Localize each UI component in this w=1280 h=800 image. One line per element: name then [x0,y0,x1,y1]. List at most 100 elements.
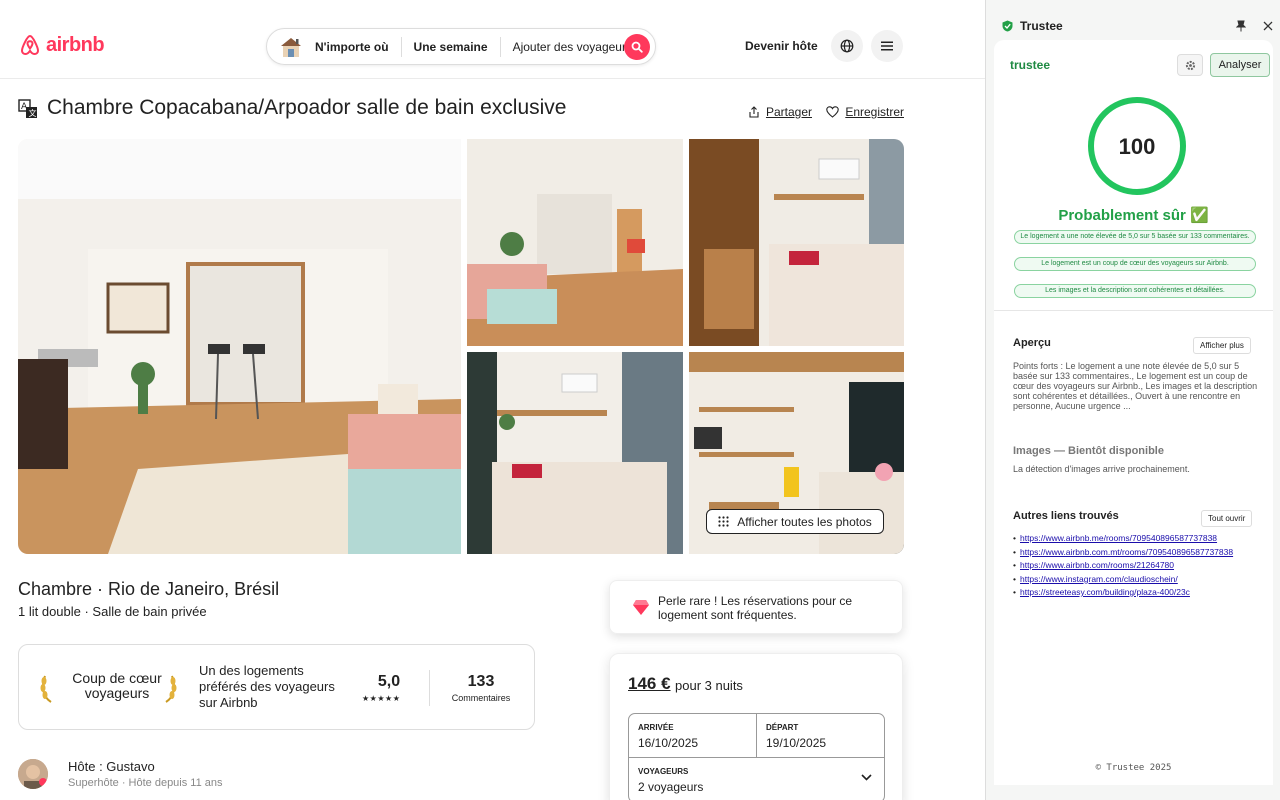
airbnb-logo-icon [20,34,40,56]
checkin-value: 16/10/2025 [638,736,699,750]
links-title: Autres liens trouvés [1013,510,1119,522]
search-button[interactable] [624,34,650,60]
checkin-label: ARRIVÉE [638,723,674,732]
trustee-logo: trustee [1010,58,1051,72]
photo-2[interactable] [467,139,683,346]
overview-title: Aperçu [1013,337,1051,349]
checkout-label: DÉPART [766,723,799,732]
photo-3[interactable] [689,139,904,346]
reason-chip: Les images et la description sont cohére… [1014,284,1256,298]
host-subtitle: Superhôte · Hôte depuis 11 ans [68,777,223,789]
bullet: • [1013,533,1016,543]
rare-find-text: Perle rare ! Les réservations pour ce lo… [658,594,853,622]
diamond-icon [633,600,649,615]
rating-stars: ★★★★★ [362,694,401,703]
found-link[interactable]: https://www.airbnb.com/rooms/21264780 [1020,560,1174,571]
bullet: • [1013,546,1016,557]
reason-chip: Le logement a une note élevée de 5,0 sur… [1014,230,1256,244]
checkin-field[interactable]: ARRIVÉE 16/10/2025 [629,714,757,758]
laurel-right-icon [165,675,177,703]
listing-title-row: A 文 Chambre Copacabana/Arpoador salle de… [18,96,904,126]
pin-icon[interactable] [1236,20,1246,32]
open-all-button[interactable]: Tout ouvrir [1201,510,1253,527]
rare-find-card: Perle rare ! Les réservations pour ce lo… [609,580,903,634]
airbnb-logo[interactable]: airbnb [18,33,105,57]
menu-button[interactable] [871,30,903,62]
checkout-field[interactable]: DÉPART 19/10/2025 [757,714,884,758]
link-item: • https://www.instagram.com/claudioschein… [1013,573,1263,585]
guest-favorite-description: Un des logements préférés des voyageurs … [199,663,335,710]
listing-title: Chambre Copacabana/Arpoador salle de bai… [47,96,567,119]
booking-card: 146 € pour 3 nuits ARRIVÉE 16/10/2025 DÉ… [609,653,903,800]
house-icon [279,36,303,58]
airbnb-page: airbnb N'importe où Une semaine Ajouter … [0,0,985,800]
close-icon[interactable] [1263,21,1273,31]
panel-footer: © Trustee 2025 [1095,763,1172,773]
review-count-label[interactable]: Commentaires [439,693,523,703]
search-icon [631,41,643,53]
found-link[interactable]: https://streeteasy.com/building/plaza-40… [1020,587,1190,598]
trustee-side-panel: Trustee trustee Analyser 100 Probablemen… [985,0,1280,800]
host-avatar[interactable] [18,759,48,789]
trustee-content: trustee Analyser 100 Probablement sûr ✅ … [994,40,1273,785]
show-all-photos-label: Afficher toutes les photos [737,514,872,529]
share-label: Partager [765,105,812,119]
trust-score: 100 [1118,134,1156,159]
save-label: Enregistrer [845,105,904,119]
host-section[interactable]: Hôte : Gustavo Superhôte · Hôte depuis 1… [18,757,318,789]
show-all-photos-button[interactable]: Afficher toutes les photos [706,509,884,534]
guests-value: 2 voyageurs [638,780,704,794]
found-link[interactable]: https://www.airbnb.com.mt/rooms/70954089… [1020,547,1233,558]
translate-icon[interactable]: A 文 [18,99,38,119]
bullet: • [1013,560,1016,570]
gear-icon [1185,60,1195,70]
section-divider [994,310,1273,311]
guests-label: VOYAGEURS [638,767,689,776]
link-item: • https://www.airbnb.com.mt/rooms/7095408… [1013,546,1263,558]
link-item: • https://streeteasy.com/building/plaza-4… [1013,587,1263,598]
link-item: • https://www.airbnb.com/rooms/21264780 [1013,560,1263,571]
room-title: Chambre · Rio de Janeiro, Brésil [18,579,280,599]
found-links-list: • https://www.airbnb.me/rooms/70954089658… [1013,533,1263,602]
bullet: • [1013,573,1016,584]
search-who[interactable]: Ajouter des voyageurs [501,40,644,54]
guest-favorite-title: Coup de cœur voyageurs [72,670,162,701]
guests-field[interactable]: VOYAGEURS 2 voyageurs [629,758,884,800]
main-photo[interactable] [18,139,461,554]
save-button[interactable]: Enregistrer [826,105,904,119]
share-icon [749,106,759,118]
rating-divider [429,670,430,706]
shield-icon [1002,20,1013,32]
reason-chip: Le logement est un coup de cœur des voya… [1014,257,1256,271]
date-guest-picker[interactable]: ARRIVÉE 16/10/2025 DÉPART 19/10/2025 VOY… [628,713,885,800]
svg-text:文: 文 [29,108,37,118]
images-text: La détection d'images arrive prochaineme… [1013,464,1190,474]
review-count[interactable]: 133 [444,673,518,691]
search-bar[interactable]: N'importe où Une semaine Ajouter des voy… [266,28,656,65]
hamburger-icon [881,41,893,51]
become-host-link[interactable]: Devenir hôte [745,39,818,53]
found-link[interactable]: https://www.instagram.com/claudioschein/ [1020,574,1178,585]
checkout-value: 19/10/2025 [766,736,827,750]
search-where[interactable]: N'importe où [303,40,401,54]
guest-favorite-card[interactable]: Coup de cœur voyageurs Un des logements … [18,644,535,730]
price-suffix: pour 3 nuits [675,678,743,693]
price-total[interactable]: 146 € [628,674,671,694]
search-when[interactable]: Une semaine [402,40,500,54]
language-button[interactable] [831,30,863,62]
verdict-text: Probablement sûr ✅ [1058,207,1209,224]
heart-icon [826,106,840,118]
host-name: Hôte : Gustavo [68,759,155,774]
airbnb-logo-text: airbnb [46,33,105,56]
link-item: • https://www.airbnb.me/rooms/70954089658… [1013,533,1263,544]
found-link[interactable]: https://www.airbnb.me/rooms/709540896587… [1020,533,1217,544]
analyze-button[interactable]: Analyser [1210,53,1270,77]
photo-4[interactable] [467,352,683,554]
share-button[interactable]: Partager [748,105,812,119]
settings-button[interactable] [1177,54,1203,76]
bullet: • [1013,587,1016,597]
images-title: Images — Bientôt disponible [1013,445,1164,457]
overview-text: Points forts : Le logement a une note él… [1013,361,1258,411]
grid-icon [718,516,729,527]
show-more-button[interactable]: Afficher plus [1193,337,1251,354]
